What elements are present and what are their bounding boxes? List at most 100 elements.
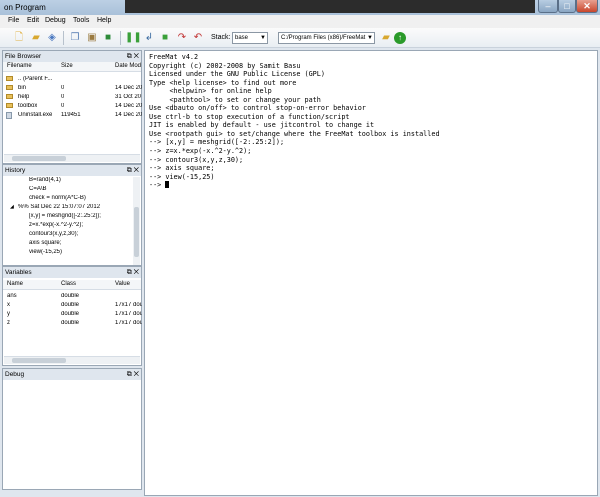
variable-class: double [61,302,80,308]
history-session[interactable]: ◢ %% Sat Dec 22 15:07:07 2012 [3,204,141,213]
column-header-value[interactable]: Value [115,281,130,287]
close-icon[interactable]: ✕ [134,53,139,60]
stack-select-value: base [235,35,249,41]
scroll-thumb[interactable] [12,156,66,161]
console-line: Use <rootpath gui> to set/change where t… [149,129,440,138]
step-out-icon[interactable]: ↶ [191,31,205,45]
file-row[interactable]: bin 0 14 Dec 20 [3,85,142,94]
console-line: <helpwin> for online help [149,87,272,96]
undock-icon[interactable]: ⧉ [127,269,132,276]
file-row[interactable]: .. (Parent F... [3,76,141,85]
file-date: 14 Dec 20 [115,112,142,118]
file-browser-hscrollbar[interactable] [4,154,140,162]
history-vscrollbar[interactable] [133,177,140,265]
menu-file[interactable]: File [8,17,19,24]
history-item[interactable]: z=x.*exp(-x.^2-y.^2); [3,222,141,231]
path-select[interactable]: C:/Program Files (x86)/FreeMat ▼ [278,32,375,44]
window-title: on Program [4,3,46,12]
folder-icon [6,103,13,108]
variable-value: 17x17 dou [115,320,142,326]
minimize-button[interactable]: – [538,0,558,13]
console-prompt: --> [149,181,166,190]
history-item[interactable]: axis square; [3,240,141,249]
browse-folder-icon[interactable]: ▰ [379,31,393,45]
title-bar-backdrop [125,0,535,13]
history-panel: History ⧉ ✕ B=rand(4,1) C=A\B check = no… [2,164,142,266]
collapse-triangle-icon[interactable]: ◢ [10,204,14,210]
file-row[interactable]: help 0 31 Oct 20 [3,94,141,103]
folder-icon [6,76,13,81]
variable-value: 17x17 dou [115,302,142,308]
open-folder-icon[interactable]: ▰ [29,31,43,45]
menu-edit[interactable]: Edit [27,17,39,24]
go-arrow-icon[interactable]: ↑ [394,32,406,44]
console-prompt-line[interactable]: --> [149,181,593,190]
file-size: 0 [61,94,65,100]
file-browser-panel: File Browser ⧉ ✕ Filename Size Date Mod … [2,50,142,164]
history-item[interactable]: contour3(x,y,z,30); [3,231,141,240]
menu-tools[interactable]: Tools [73,17,89,24]
copy-icon[interactable]: ❐ [68,31,82,45]
step-over-icon[interactable]: ↲ [142,31,156,45]
file-name: Uninstall.exe [18,112,53,118]
pause-icon[interactable]: ❚❚ [125,31,142,45]
step-into-icon[interactable]: ↷ [175,31,189,45]
variable-name: x [7,302,10,308]
file-date: 31 Oct 20 [115,94,142,100]
history-item[interactable]: C=A\B [3,186,141,195]
variable-name: z [7,320,10,326]
history-text: z=x.*exp(-x.^2-y.^2); [29,222,84,228]
console-line: --> axis square; [149,164,215,173]
variables-title: Variables [5,269,32,276]
scroll-thumb[interactable] [134,207,139,257]
column-header-size[interactable]: Size [61,63,73,69]
close-icon[interactable]: ✕ [134,167,139,174]
close-icon[interactable]: ✕ [134,371,139,378]
file-row[interactable]: toolbox 0 14 Dec 20 [3,103,142,112]
console-line: Use <dbauto on/off> to control stop-on-e… [149,104,366,113]
variable-class: double [61,293,80,299]
history-item[interactable]: B=rand(4,1) [3,177,141,186]
debug-title: Debug [5,371,25,378]
column-header-filename[interactable]: Filename [7,63,32,69]
column-header-date[interactable]: Date Mod [115,63,141,69]
variable-value: 17x17 dou [115,311,142,317]
close-icon[interactable]: ✕ [134,269,139,276]
undock-icon[interactable]: ⧉ [127,167,132,174]
paste-icon[interactable]: ▣ [85,31,99,45]
column-header-name[interactable]: Name [7,281,23,287]
stack-select[interactable]: base ▼ [232,32,268,44]
file-name: bin [18,85,27,91]
history-item[interactable]: view(-15,25) [3,249,141,258]
variables-header: Name Class Value [3,280,141,290]
close-button[interactable]: ✕ [576,0,598,13]
folder-icon [6,94,13,99]
open-editor-icon[interactable]: ◈ [45,31,59,45]
variables-panel: Variables ⧉ ✕ Name Class Value ans doubl… [2,266,142,366]
variables-hscrollbar[interactable] [4,356,140,364]
undock-icon[interactable]: ⧉ [127,53,132,60]
file-row[interactable]: Uninstall.exe 119451 14 Dec 20 [3,112,142,121]
variable-row[interactable]: y double 17x17 dou [3,311,142,320]
title-bar: on Program – □ ✕ [0,0,600,15]
menu-help[interactable]: Help [97,17,111,24]
column-header-class[interactable]: Class [61,281,76,287]
stop-icon[interactable]: ■ [158,31,172,45]
undock-icon[interactable]: ⧉ [127,371,132,378]
console-output[interactable]: FreeMat v4.2 Copyright (c) 2002-2008 by S… [144,50,598,496]
history-item[interactable]: [x,y] = meshgrid([-2:.25:2]); [3,213,141,222]
history-text: view(-15,25) [29,249,63,255]
history-item[interactable]: check = norm(A*C-B) [3,195,141,204]
variable-row[interactable]: x double 17x17 dou [3,302,142,311]
maximize-button[interactable]: □ [558,0,576,13]
console-line: Type <help license> to find out more [149,78,297,87]
new-file-icon[interactable]: 🗋 [12,31,26,45]
variable-row[interactable]: ans double [3,293,141,302]
scroll-thumb[interactable] [12,358,66,363]
debug-title-bar: Debug ⧉ ✕ [3,369,141,380]
variable-row[interactable]: z double 17x17 dou [3,320,142,329]
history-text: check = norm(A*C-B) [29,195,86,201]
terminal-icon[interactable]: ■ [101,31,115,45]
menu-debug[interactable]: Debug [45,17,66,24]
history-text: contour3(x,y,z,30); [29,231,79,237]
